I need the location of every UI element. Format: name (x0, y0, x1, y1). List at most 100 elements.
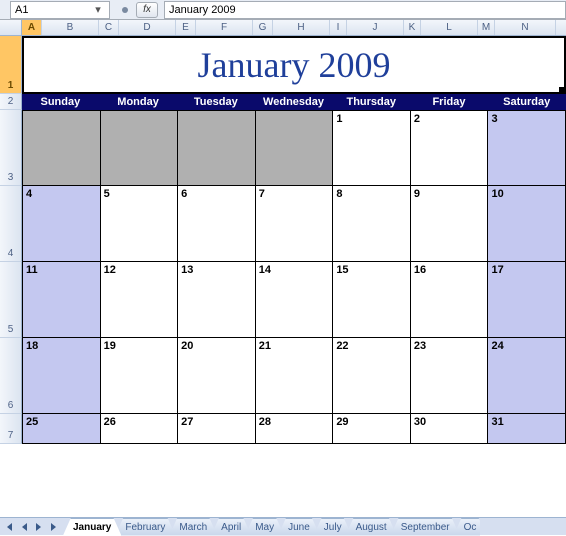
column-header[interactable]: M (478, 20, 495, 35)
name-box-dropdown-icon[interactable]: ▾ (91, 2, 105, 18)
circle-icon (122, 7, 128, 13)
row-header[interactable]: 5 (0, 262, 22, 338)
worksheet[interactable]: January 2009 SundayMondayTuesdayWednesda… (22, 36, 566, 517)
calendar-day-cell[interactable]: 6 (178, 186, 256, 262)
formula-bar-buttons: fx (116, 2, 158, 18)
calendar-body: 1234567891011121314151617181920212223242… (22, 110, 566, 444)
sheet-tab[interactable]: February (115, 518, 175, 536)
formula-bar: A1 ▾ fx January 2009 (0, 0, 566, 20)
day-of-week-label: Monday (100, 94, 178, 110)
day-of-week-label: Saturday (488, 94, 566, 110)
column-header[interactable]: L (421, 20, 478, 35)
calendar-day-cell[interactable]: 25 (22, 414, 101, 444)
calendar-day-cell[interactable]: 18 (22, 338, 101, 414)
sheet-tab[interactable]: March (169, 518, 217, 536)
tab-nav-last-icon[interactable] (47, 520, 61, 534)
day-of-week-label: Wednesday (255, 94, 333, 110)
calendar-day-cell[interactable]: 30 (411, 414, 489, 444)
sheet-tab[interactable]: April (211, 518, 251, 536)
calendar-day-cell[interactable]: 17 (488, 262, 566, 338)
column-header[interactable]: A (22, 20, 42, 35)
sheet-tab[interactable]: September (391, 518, 460, 536)
calendar-title: January 2009 (198, 44, 391, 86)
calendar-day-cell[interactable]: 2 (411, 110, 489, 186)
column-header[interactable]: C (99, 20, 119, 35)
calendar-day-cell[interactable]: 7 (256, 186, 334, 262)
tab-nav-prev-icon[interactable] (17, 520, 31, 534)
sheet-tab[interactable]: June (278, 518, 320, 536)
calendar-day-cell[interactable]: 23 (411, 338, 489, 414)
calendar-day-cell[interactable]: 21 (256, 338, 334, 414)
column-header[interactable]: B (42, 20, 99, 35)
day-of-week-label: Friday (411, 94, 489, 110)
calendar-day-cell[interactable]: 16 (411, 262, 489, 338)
calendar-day-cell[interactable]: 20 (178, 338, 256, 414)
formula-value: January 2009 (169, 4, 236, 16)
calendar-day-cell[interactable]: 28 (256, 414, 334, 444)
calendar-day-cell[interactable]: 22 (333, 338, 411, 414)
sheet-tab[interactable]: Oc (454, 518, 481, 536)
calendar-day-cell[interactable]: 10 (488, 186, 566, 262)
tab-nav-first-icon[interactable] (2, 520, 16, 534)
calendar-week: 18192021222324 (22, 338, 566, 414)
row-header[interactable]: 7 (0, 414, 22, 444)
name-box-value: A1 (15, 4, 28, 16)
row-headers: 1234567 (0, 36, 22, 517)
calendar-day-cell[interactable]: 3 (488, 110, 566, 186)
row-header[interactable]: 2 (0, 94, 22, 110)
row-header[interactable]: 4 (0, 186, 22, 262)
calendar-day-cell[interactable]: 27 (178, 414, 256, 444)
calendar-day-cell[interactable]: 12 (101, 262, 179, 338)
column-header[interactable]: I (330, 20, 347, 35)
fx-label: fx (143, 4, 151, 15)
calendar-week: 45678910 (22, 186, 566, 262)
row-header[interactable]: 1 (0, 36, 22, 94)
sheet-tab[interactable]: May (245, 518, 284, 536)
calendar-day-cell[interactable]: 13 (178, 262, 256, 338)
calendar-day-cell[interactable]: 24 (488, 338, 566, 414)
calendar-day-cell[interactable]: 9 (411, 186, 489, 262)
calendar-week: 11121314151617 (22, 262, 566, 338)
calendar-day-cell[interactable]: 31 (488, 414, 566, 444)
calendar-day-cell[interactable]: 14 (256, 262, 334, 338)
day-of-week-label: Thursday (333, 94, 411, 110)
row-header[interactable]: 3 (0, 110, 22, 186)
column-header[interactable]: G (253, 20, 273, 35)
sheet-tab[interactable]: January (63, 518, 121, 536)
calendar-day-cell[interactable] (178, 110, 256, 186)
column-header[interactable]: E (176, 20, 196, 35)
column-header[interactable]: D (119, 20, 176, 35)
tab-nav-next-icon[interactable] (32, 520, 46, 534)
calendar-day-cell[interactable]: 11 (22, 262, 101, 338)
day-of-week-header: SundayMondayTuesdayWednesdayThursdayFrid… (22, 94, 566, 110)
sheet-tabs: JanuaryFebruaryMarchAprilMayJuneJulyAugu… (63, 518, 480, 536)
formula-input[interactable]: January 2009 (164, 1, 566, 19)
calendar-day-cell[interactable]: 19 (101, 338, 179, 414)
calendar-day-cell[interactable] (256, 110, 334, 186)
calendar-day-cell[interactable]: 4 (22, 186, 101, 262)
calendar-week: 25262728293031 (22, 414, 566, 444)
fx-button[interactable]: fx (136, 2, 158, 18)
column-headers: ABCDEFGHIJKLMN (0, 20, 566, 36)
column-header[interactable]: H (273, 20, 330, 35)
row-header[interactable]: 6 (0, 338, 22, 414)
calendar-day-cell[interactable]: 8 (333, 186, 411, 262)
column-header[interactable]: F (196, 20, 253, 35)
column-header[interactable]: N (495, 20, 556, 35)
calendar-day-cell[interactable]: 15 (333, 262, 411, 338)
calendar-day-cell[interactable]: 26 (101, 414, 179, 444)
calendar-day-cell[interactable]: 29 (333, 414, 411, 444)
sheet-tab-bar: JanuaryFebruaryMarchAprilMayJuneJulyAugu… (0, 517, 566, 535)
select-all-button[interactable] (0, 20, 22, 35)
calendar-day-cell[interactable] (22, 110, 101, 186)
calendar-day-cell[interactable] (101, 110, 179, 186)
sheet-tab[interactable]: August (346, 518, 397, 536)
name-box[interactable]: A1 ▾ (10, 1, 110, 19)
column-header[interactable]: K (404, 20, 421, 35)
calendar-title-cell[interactable]: January 2009 (22, 36, 566, 94)
sheet-tab[interactable]: July (314, 518, 352, 536)
calendar-day-cell[interactable]: 1 (333, 110, 411, 186)
day-of-week-label: Tuesday (177, 94, 255, 110)
calendar-day-cell[interactable]: 5 (101, 186, 179, 262)
column-header[interactable]: J (347, 20, 404, 35)
